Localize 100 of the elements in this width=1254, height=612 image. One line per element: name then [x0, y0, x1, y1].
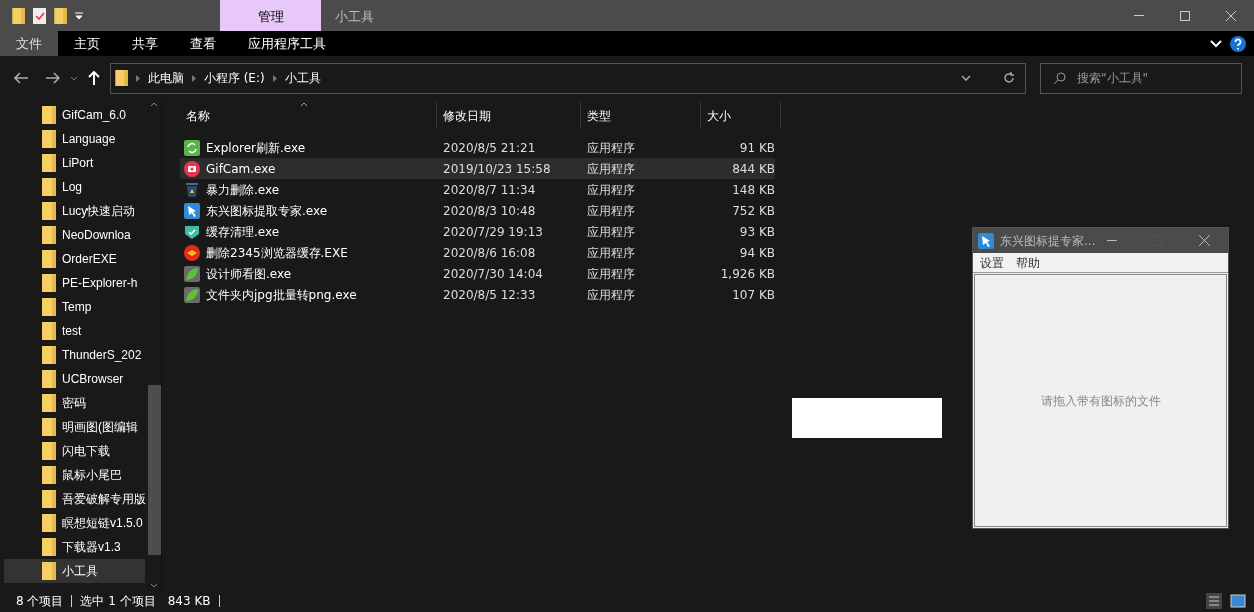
sidebar-item[interactable]: 密码 [4, 391, 145, 415]
sidebar-item[interactable]: Language [4, 127, 145, 151]
file-name: Explorer刷新.exe [206, 139, 306, 157]
file-size: 93 KB [738, 223, 775, 241]
scrollbar[interactable] [147, 100, 161, 590]
chevron-right-icon [191, 74, 196, 82]
ribbon-tab[interactable]: 主页 [58, 31, 116, 56]
sidebar-item[interactable]: LiPort [4, 151, 145, 175]
details-view-icon[interactable] [1206, 593, 1222, 609]
column-header[interactable]: 名称 [180, 102, 437, 129]
file-size: 107 KB [731, 286, 775, 304]
address-bar[interactable]: 此电脑 小程序 (E:) 小工具 [109, 62, 1026, 94]
folder-icon [42, 538, 56, 556]
forward-arrow-icon[interactable] [45, 72, 60, 84]
ribbon-tab[interactable]: 应用程序工具 [232, 31, 342, 56]
sidebar-item[interactable]: 瞑想短链v1.5.0 [4, 511, 145, 535]
sidebar-item[interactable]: PE-Explorer-h [4, 271, 145, 295]
breadcrumb[interactable]: 小工具 [284, 69, 321, 87]
file-row[interactable]: 东兴图标提取专家.exe 2020/8/3 10:48 应用程序 752 KB [180, 200, 775, 221]
sidebar-item[interactable]: 闪电下载 [4, 439, 145, 463]
file-row[interactable]: 暴力删除.exe 2020/8/7 11:34 应用程序 148 KB [180, 179, 775, 200]
folder-icon [42, 394, 56, 412]
menu-item[interactable]: 设置 [980, 253, 1004, 272]
column-header[interactable]: 修改日期 [437, 102, 581, 129]
sidebar-item[interactable]: GifCam_6.0 [4, 103, 145, 127]
sidebar-item[interactable]: 明画图(图编辑 [4, 415, 145, 439]
file-type: 应用程序 [586, 160, 636, 178]
dropdown-icon[interactable] [75, 11, 83, 20]
folder-icon [42, 250, 56, 268]
file-row[interactable]: 缓存清理.exe 2020/7/29 19:13 应用程序 93 KB [180, 221, 775, 242]
chevron-up-icon[interactable] [150, 102, 158, 107]
sidebar-item[interactable]: 下载器v1.3 [4, 535, 145, 559]
sidebar-item[interactable]: OrderEXE [4, 247, 145, 271]
column-header[interactable]: 大小 [701, 102, 781, 129]
chevron-down-icon[interactable] [961, 75, 971, 81]
help-icon[interactable] [1230, 35, 1246, 52]
folder-icon [42, 130, 56, 148]
modified-date: 2020/8/5 21:21 [442, 139, 537, 157]
properties-icon[interactable] [33, 7, 46, 24]
column-header[interactable]: 类型 [581, 102, 701, 129]
folder-icon [42, 106, 56, 124]
sidebar-item[interactable]: Log [4, 175, 145, 199]
thumbnail-view-icon[interactable] [1230, 594, 1246, 608]
folder-icon [42, 514, 56, 532]
tool-window-title: 东兴图标提专家... [1000, 232, 1096, 250]
up-arrow-icon[interactable] [87, 71, 100, 85]
folder-icon [42, 298, 56, 316]
close-icon[interactable] [1199, 235, 1210, 246]
sidebar-item[interactable]: 鼠标小尾巴 [4, 463, 145, 487]
sidebar-item[interactable]: 吾爱破解专用版 [4, 487, 145, 511]
sidebar-item[interactable]: ThunderS_202 [4, 343, 145, 367]
folder-icon [42, 442, 56, 460]
file-type: 应用程序 [586, 265, 636, 283]
modified-date: 2020/8/5 12:33 [442, 286, 537, 304]
minimize-icon[interactable] [1107, 240, 1118, 241]
ribbon-tab[interactable]: 查看 [174, 31, 232, 56]
file-type: 应用程序 [586, 139, 636, 157]
maximize-icon [1180, 10, 1190, 21]
breadcrumb[interactable]: 小程序 (E:) [203, 69, 265, 87]
file-row[interactable]: 删除2345浏览器缓存.EXE 2020/8/6 16:08 应用程序 94 KB [180, 242, 775, 263]
refresh-icon[interactable] [1003, 72, 1015, 84]
badge-icon [184, 244, 200, 261]
search-field[interactable]: 搜索"小工具" [1040, 62, 1242, 94]
file-row[interactable]: Explorer刷新.exe 2020/8/5 21:21 应用程序 91 KB [180, 137, 775, 158]
folder-icon [42, 178, 56, 196]
sidebar-item[interactable]: Temp [4, 295, 145, 319]
file-row[interactable]: 文件夹内jpg批量转png.exe 2020/8/5 12:33 应用程序 107 KB [180, 284, 775, 305]
ribbon-tab[interactable]: 文件 [0, 31, 58, 56]
folder-icon [42, 322, 56, 340]
file-type: 应用程序 [586, 286, 636, 304]
chevron-right-icon [272, 74, 277, 82]
minimize-icon [1134, 15, 1144, 16]
sidebar-item[interactable]: test [4, 319, 145, 343]
search-icon [1053, 71, 1066, 85]
folder-icon [42, 154, 56, 172]
check-shield-icon [184, 223, 200, 240]
file-row[interactable]: 设计师看图.exe 2020/7/30 14:04 应用程序 1,926 KB [180, 263, 775, 284]
context-tab[interactable]: 管理 [220, 0, 321, 31]
file-name: 文件夹内jpg批量转png.exe [206, 286, 357, 304]
sidebar-item[interactable]: 小工具 [4, 559, 145, 583]
modified-date: 2020/7/29 19:13 [442, 223, 544, 241]
back-arrow-icon[interactable] [14, 72, 28, 84]
file-row[interactable]: GifCam.exe 2019/10/23 15:58 应用程序 844 KB [180, 158, 775, 179]
ribbon-tab[interactable]: 共享 [116, 31, 174, 56]
cursor-icon [978, 232, 994, 249]
scrollbar-thumb[interactable] [147, 385, 161, 555]
menu-item[interactable]: 帮助 [1016, 253, 1040, 272]
sidebar-item[interactable]: NeoDownloa [4, 223, 145, 247]
file-size: 1,926 KB [719, 265, 775, 283]
leaf-icon [184, 265, 200, 282]
item-count: 8 个项目 [16, 593, 64, 610]
folder-icon [42, 202, 56, 220]
file-name: 东兴图标提取专家.exe [206, 202, 328, 220]
sidebar-item[interactable]: Lucy快速启动 [4, 199, 145, 223]
folder-icon [42, 466, 56, 484]
breadcrumb[interactable]: 此电脑 [147, 69, 184, 87]
sidebar-item[interactable]: UCBrowser [4, 367, 145, 391]
folder-icon [42, 346, 56, 364]
sort-caret-icon [300, 102, 308, 107]
folder-icon [54, 7, 67, 24]
